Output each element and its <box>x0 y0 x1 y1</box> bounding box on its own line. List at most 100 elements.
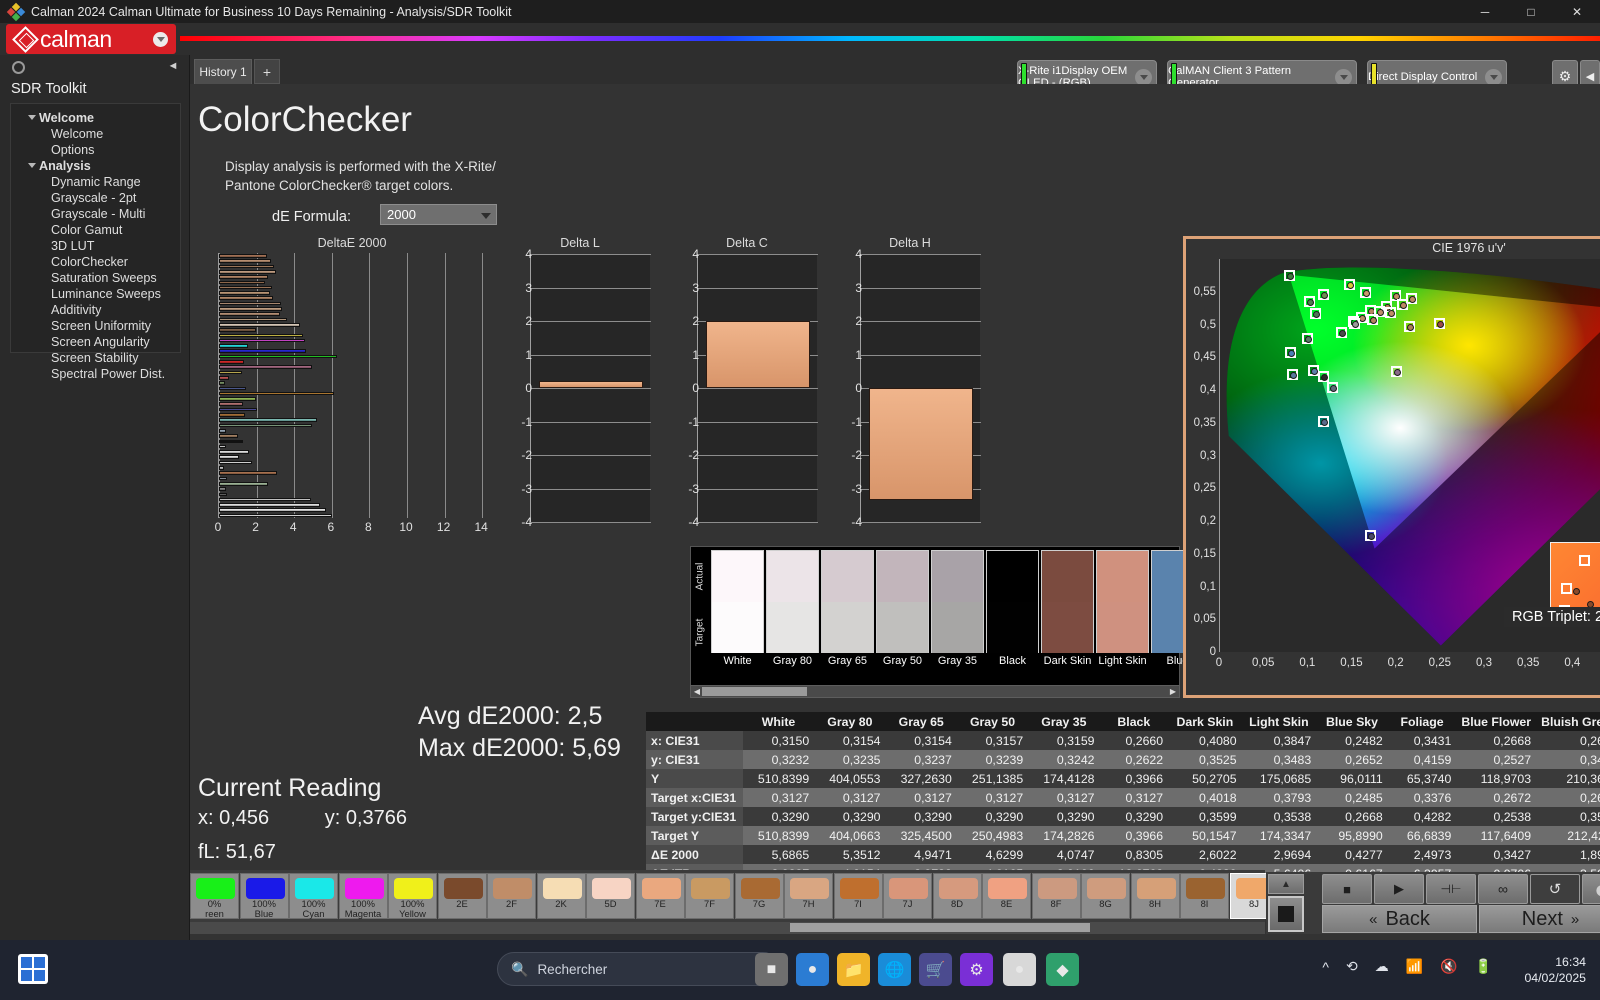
sidebar-item-luminance-sweeps[interactable]: Luminance Sweeps <box>51 287 161 301</box>
calman-logo-button[interactable]: calman <box>6 24 176 54</box>
patch-8i[interactable]: 8I <box>1180 873 1229 919</box>
tray-onedrive-icon[interactable]: ☁ <box>1375 958 1389 975</box>
taskbar-app-store[interactable]: 🛒 <box>919 953 952 986</box>
patch-2e[interactable]: 2E <box>437 873 487 919</box>
sidebar-item-saturation-sweeps[interactable]: Saturation Sweeps <box>51 271 157 285</box>
patch-8h[interactable]: 8H <box>1130 873 1180 919</box>
sidebar-group-analysis[interactable]: Analysis <box>11 158 180 174</box>
patch-7e[interactable]: 7E <box>635 873 685 919</box>
sidebar-item-additivity[interactable]: Additivity <box>51 303 101 317</box>
patch-8e[interactable]: 8E <box>982 873 1031 919</box>
collapse-sidebar-button[interactable]: ◄ <box>166 58 180 74</box>
patch-7j[interactable]: 7J <box>883 873 932 919</box>
scroll-thumb[interactable] <box>790 923 1090 932</box>
add-tab-button[interactable]: + <box>254 59 280 84</box>
sidebar-item-3d-lut[interactable]: 3D LUT <box>51 239 94 253</box>
swatch-light-skin[interactable]: Light Skin <box>1096 550 1149 674</box>
sidebar-item-spectral-power-dist[interactable]: Spectral Power Dist. <box>51 367 165 381</box>
sidebar-item-screen-stability[interactable]: Screen Stability <box>51 351 139 365</box>
swatch-gray-80[interactable]: Gray 80 <box>766 550 819 674</box>
sidebar-row[interactable]: Grayscale - Multi <box>11 206 180 222</box>
swatch-dark-skin[interactable]: Dark Skin <box>1041 550 1094 674</box>
patch-100--cyan[interactable]: 100% Cyan <box>289 873 338 919</box>
swatch-white[interactable]: White <box>711 550 764 674</box>
sidebar-row[interactable]: Color Gamut <box>11 222 180 238</box>
sidebar-row[interactable]: Dynamic Range <box>11 174 180 190</box>
sidebar-row[interactable]: Saturation Sweeps <box>11 270 180 286</box>
sidebar-row[interactable]: Options <box>11 142 180 158</box>
patch-7g[interactable]: 7G <box>734 873 784 919</box>
patch-7i[interactable]: 7I <box>833 873 883 919</box>
taskbar-search[interactable]: 🔍 Rechercher <box>497 952 780 986</box>
next-button[interactable]: Next » <box>1479 905 1600 933</box>
patch-bar-scrollbar[interactable] <box>190 922 1265 934</box>
stop-button[interactable]: ■ <box>1322 874 1372 904</box>
patch-7h[interactable]: 7H <box>784 873 833 919</box>
close-button[interactable]: ✕ <box>1554 0 1600 23</box>
taskbar-app-calman[interactable]: ◆ <box>1046 953 1079 986</box>
record-button[interactable]: ● <box>1582 874 1600 904</box>
chevron-down-icon[interactable] <box>153 32 168 47</box>
patch-8g[interactable]: 8G <box>1081 873 1130 919</box>
sidebar-item-screen-uniformity[interactable]: Screen Uniformity <box>51 319 151 333</box>
continuous-button[interactable]: ∞ <box>1478 874 1528 904</box>
start-button[interactable] <box>18 954 48 984</box>
sidebar-row[interactable]: Spectral Power Dist. <box>11 366 180 382</box>
swatch-black[interactable]: Black <box>986 550 1039 674</box>
sidebar-item-options[interactable]: Options <box>51 143 94 157</box>
sidebar-row[interactable]: Welcome <box>11 126 180 142</box>
taskbar-app-chrome[interactable]: ● <box>1003 953 1036 986</box>
patch-8d[interactable]: 8D <box>932 873 982 919</box>
sidebar-item-dynamic-range[interactable]: Dynamic Range <box>51 175 141 189</box>
cie-plot-area[interactable] <box>1219 259 1600 652</box>
taskbar-app-teams[interactable]: ● <box>796 953 829 986</box>
taskbar-clock[interactable]: 16:34 04/02/2025 <box>1524 954 1586 986</box>
tray-expand-icon[interactable]: ^ <box>1322 959 1329 975</box>
sidebar-row[interactable]: Grayscale - 2pt <box>11 190 180 206</box>
play-button[interactable]: ▶ <box>1374 874 1424 904</box>
maximize-button[interactable]: □ <box>1508 0 1554 23</box>
tray-battery-icon[interactable]: 🔋 <box>1475 958 1492 975</box>
scroll-thumb[interactable] <box>702 687 807 696</box>
sidebar-row[interactable]: Screen Stability <box>11 350 180 366</box>
measure-button[interactable]: ⊣⊢ <box>1426 874 1476 904</box>
stop-measurement-button[interactable] <box>1268 896 1304 932</box>
sidebar-row[interactable]: Screen Uniformity <box>11 318 180 334</box>
tray-volume-icon[interactable]: 🔇 <box>1440 958 1457 975</box>
patch-2k[interactable]: 2K <box>536 873 586 919</box>
minimize-button[interactable]: ─ <box>1462 0 1508 23</box>
sidebar-row[interactable]: Screen Angularity <box>11 334 180 350</box>
taskbar-app-widgets[interactable]: ■ <box>755 953 788 986</box>
sidebar-item-screen-angularity[interactable]: Screen Angularity <box>51 335 150 349</box>
patch-100--yellow[interactable]: 100% Yellow <box>388 873 437 919</box>
expand-transport-button[interactable]: ▲ <box>1268 874 1304 894</box>
swatch-gray-50[interactable]: Gray 50 <box>876 550 929 674</box>
sidebar-row[interactable]: 3D LUT <box>11 238 180 254</box>
taskbar-app-calc[interactable]: ⚙ <box>960 953 993 986</box>
swatch-scrollbar[interactable]: ◀ ▶ <box>690 685 1180 698</box>
swatch-gray-65[interactable]: Gray 65 <box>821 550 874 674</box>
sidebar-row[interactable]: Luminance Sweeps <box>11 286 180 302</box>
patch-2f[interactable]: 2F <box>487 873 536 919</box>
sidebar-row[interactable]: ColorChecker <box>11 254 180 270</box>
scroll-right-icon[interactable]: ▶ <box>1168 687 1178 696</box>
sidebar-item-colorchecker[interactable]: ColorChecker <box>51 255 128 269</box>
patch-5d[interactable]: 5D <box>586 873 635 919</box>
taskbar-app-explorer[interactable]: 📁 <box>837 953 870 986</box>
patch-100--blue[interactable]: 100% Blue <box>239 873 289 919</box>
back-button[interactable]: « Back <box>1322 905 1477 933</box>
sidebar-item-welcome[interactable]: Welcome <box>51 127 103 141</box>
scroll-left-icon[interactable]: ◀ <box>692 687 702 696</box>
tab-history-1[interactable]: History 1 <box>194 59 252 84</box>
patch-7f[interactable]: 7F <box>685 873 734 919</box>
sidebar-item-color-gamut[interactable]: Color Gamut <box>51 223 122 237</box>
sidebar-group-welcome[interactable]: Welcome <box>11 110 180 126</box>
refresh-button[interactable]: ↺ <box>1530 874 1580 904</box>
patch-0--reen[interactable]: 0% reen <box>190 873 239 919</box>
taskbar-app-edge[interactable]: 🌐 <box>878 953 911 986</box>
sidebar-item-grayscale-2pt[interactable]: Grayscale - 2pt <box>51 191 136 205</box>
tray-update-icon[interactable]: ⟲ <box>1346 958 1358 975</box>
patch-100--magenta[interactable]: 100% Magenta <box>338 873 388 919</box>
de-formula-select[interactable]: 2000 <box>380 204 497 225</box>
tray-wifi-icon[interactable]: 📶 <box>1406 958 1423 975</box>
